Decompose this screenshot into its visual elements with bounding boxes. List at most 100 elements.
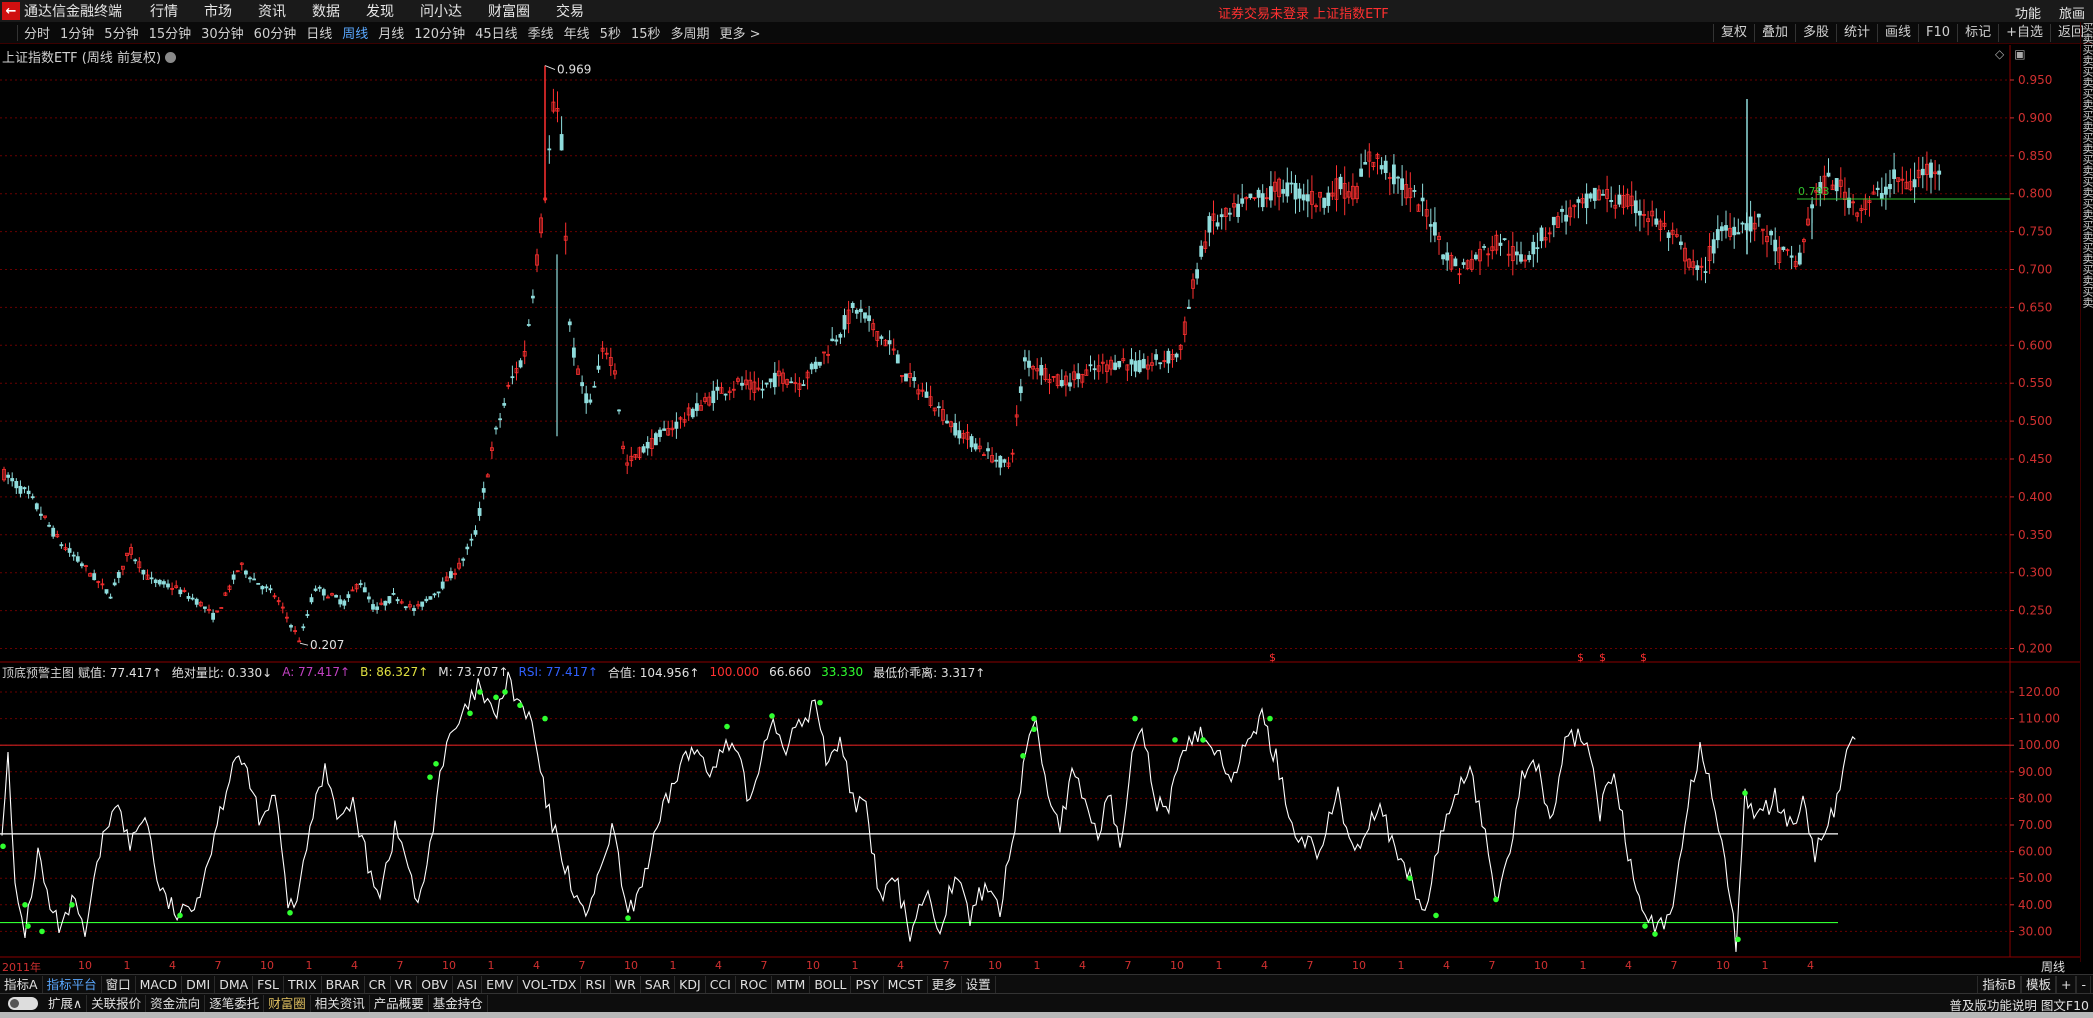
indicator-tab-20[interactable]: ROC — [736, 975, 773, 993]
function-tab-6[interactable]: 产品概要 — [370, 994, 429, 1012]
indicator-right-tab-3[interactable]: - — [2076, 976, 2091, 993]
trade-side-column[interactable]: 买卖买卖买卖买卖买卖买卖买卖买卖买卖买卖买卖买卖买卖 — [2080, 22, 2093, 962]
candle-body — [1420, 197, 1425, 202]
candle-body — [1929, 162, 1933, 178]
date-axis-label: 10 — [442, 959, 456, 972]
indicator-tab-7[interactable]: TRIX — [284, 975, 322, 993]
indicator-right-tab-0[interactable]: 指标B — [1977, 976, 2021, 993]
function-tab-4[interactable]: 财富圈 — [264, 994, 311, 1012]
candle-body — [592, 385, 597, 388]
indicator-tab-11[interactable]: OBV — [417, 975, 453, 993]
candle-body — [1826, 172, 1831, 177]
indicator-tab-6[interactable]: FSL — [253, 975, 285, 993]
indicator-tab-15[interactable]: RSI — [581, 975, 611, 993]
date-axis-label: 10 — [1170, 959, 1184, 972]
candle-body — [473, 530, 478, 535]
indicator-tab-2[interactable]: 窗口 — [102, 975, 136, 993]
candle-body — [654, 433, 658, 446]
diamond-icon[interactable]: ◇ — [1995, 47, 2004, 61]
date-axis: 2011年 10 1 4 7 10 1 4 7 10 1 4 7 10 1 4 7 10 1 4 7 10 1 4 7 10 1 4 7… — [0, 959, 2040, 974]
expand-toggle[interactable] — [8, 996, 38, 1010]
candle-body — [1141, 358, 1146, 369]
candle-body — [1892, 169, 1896, 179]
indicator-tab-1[interactable]: 指标平台 — [43, 975, 102, 993]
date-axis-label: 10 — [1352, 959, 1366, 972]
price-tick-label: 0.800 — [2018, 187, 2052, 201]
function-tab-2[interactable]: 资金流向 — [146, 994, 206, 1012]
date-axis-label: 4 — [1443, 959, 1450, 972]
restore-icon[interactable]: ▣ — [2014, 47, 2025, 61]
indicator-tab-8[interactable]: BRAR — [322, 975, 365, 993]
candle-body — [1207, 216, 1212, 233]
indicator-tab-18[interactable]: KDJ — [675, 975, 706, 993]
indicator-tab-16[interactable]: WR — [611, 975, 641, 993]
date-axis-label: 10 — [1716, 959, 1730, 972]
candle-body — [305, 614, 310, 616]
indicator-tab-9[interactable]: CR — [365, 975, 392, 993]
indicator-tab-22[interactable]: BOLL — [810, 975, 852, 993]
function-tab-0[interactable]: 扩展∧ — [44, 994, 88, 1012]
candle-body — [1679, 241, 1683, 246]
indicator-tab-10[interactable]: VR — [391, 975, 418, 993]
indicator-tab-23[interactable]: PSY — [851, 975, 884, 993]
candle-body — [531, 295, 535, 299]
candle-body — [588, 399, 593, 403]
price-tick-label: 0.750 — [2018, 225, 2052, 239]
candle-body — [1502, 238, 1507, 241]
chart-menu-icon[interactable] — [165, 52, 177, 63]
indicator-tab-25[interactable]: 更多 — [928, 975, 962, 993]
candle-body — [863, 312, 867, 319]
candle-body — [1773, 239, 1778, 252]
extreme-signal-dot — [817, 699, 823, 706]
candle-body — [1736, 232, 1741, 235]
indicator-tab-0[interactable]: 指标A — [0, 975, 43, 993]
indicator-tab-14[interactable]: VOL-TDX — [518, 975, 582, 993]
indicator-tab-5[interactable]: DMA — [215, 975, 254, 993]
candle-body — [723, 393, 728, 396]
indicator-tab-4[interactable]: DMI — [182, 975, 216, 993]
candle-body — [309, 597, 314, 603]
indicator-tab-3[interactable]: MACD — [136, 975, 183, 993]
candle-body — [1174, 353, 1179, 358]
indicator-tab-12[interactable]: ASI — [453, 975, 483, 993]
date-axis-label: 7 — [396, 959, 404, 972]
candle-body — [1129, 359, 1134, 365]
date-axis-label: 10 — [624, 959, 638, 972]
indicator-tab-24[interactable]: MCST — [884, 975, 928, 993]
function-tab-3[interactable]: 逐笔委托 — [205, 994, 265, 1012]
indicator-tab-13[interactable]: EMV — [482, 975, 519, 993]
signal-marker: $ — [1577, 651, 1584, 664]
candle-body — [1474, 254, 1478, 260]
candle-body — [211, 612, 216, 620]
function-tab-5[interactable]: 相关资讯 — [311, 994, 370, 1012]
indicator-tab-19[interactable]: CCI — [706, 975, 736, 993]
candle-body — [887, 340, 892, 345]
function-tab-1[interactable]: 关联报价 — [87, 994, 147, 1012]
candle-body — [461, 558, 466, 561]
trade-side-text: 买卖买卖买卖买卖买卖买卖买卖买卖买卖买卖买卖买卖买卖 — [2081, 22, 2093, 308]
indicator-name[interactable]: 顶底预警主图 — [2, 664, 74, 681]
kline-chart[interactable]: 0.969 0.207 0.793 $ $ $ $ 0.950 0.900 0.850 0.800… — [0, 0, 2093, 1018]
date-axis-label: 4 — [1625, 959, 1632, 972]
indicator-right-tab-1[interactable]: 模板 — [2020, 976, 2056, 993]
candle-body — [658, 429, 662, 437]
candle-body — [1617, 194, 1622, 205]
candle-body — [854, 309, 859, 314]
indicator-tab-21[interactable]: MTM — [772, 975, 811, 993]
candle-body — [1158, 362, 1163, 365]
indicator-tab-17[interactable]: SAR — [641, 975, 676, 993]
function-tab-7[interactable]: 基金持仓 — [429, 994, 488, 1012]
candle-body — [59, 544, 64, 547]
date-axis-label: 7 — [214, 959, 222, 972]
candle-body — [596, 365, 601, 370]
extreme-signal-dot — [1433, 912, 1439, 919]
candle-body — [641, 446, 646, 453]
date-axis-label: 1 — [305, 959, 313, 972]
candle-body — [1551, 216, 1556, 226]
indicator-tab-26[interactable]: 设置 — [962, 975, 996, 993]
status-bar — [0, 1012, 2093, 1018]
indicator-right-tab-2[interactable]: + — [2056, 976, 2077, 993]
candle-body — [149, 577, 154, 580]
candle-body — [1236, 203, 1240, 218]
price-axis: 0.950 0.900 0.850 0.800 0.750 0.700 0.650 0.600… — [2010, 73, 2060, 938]
